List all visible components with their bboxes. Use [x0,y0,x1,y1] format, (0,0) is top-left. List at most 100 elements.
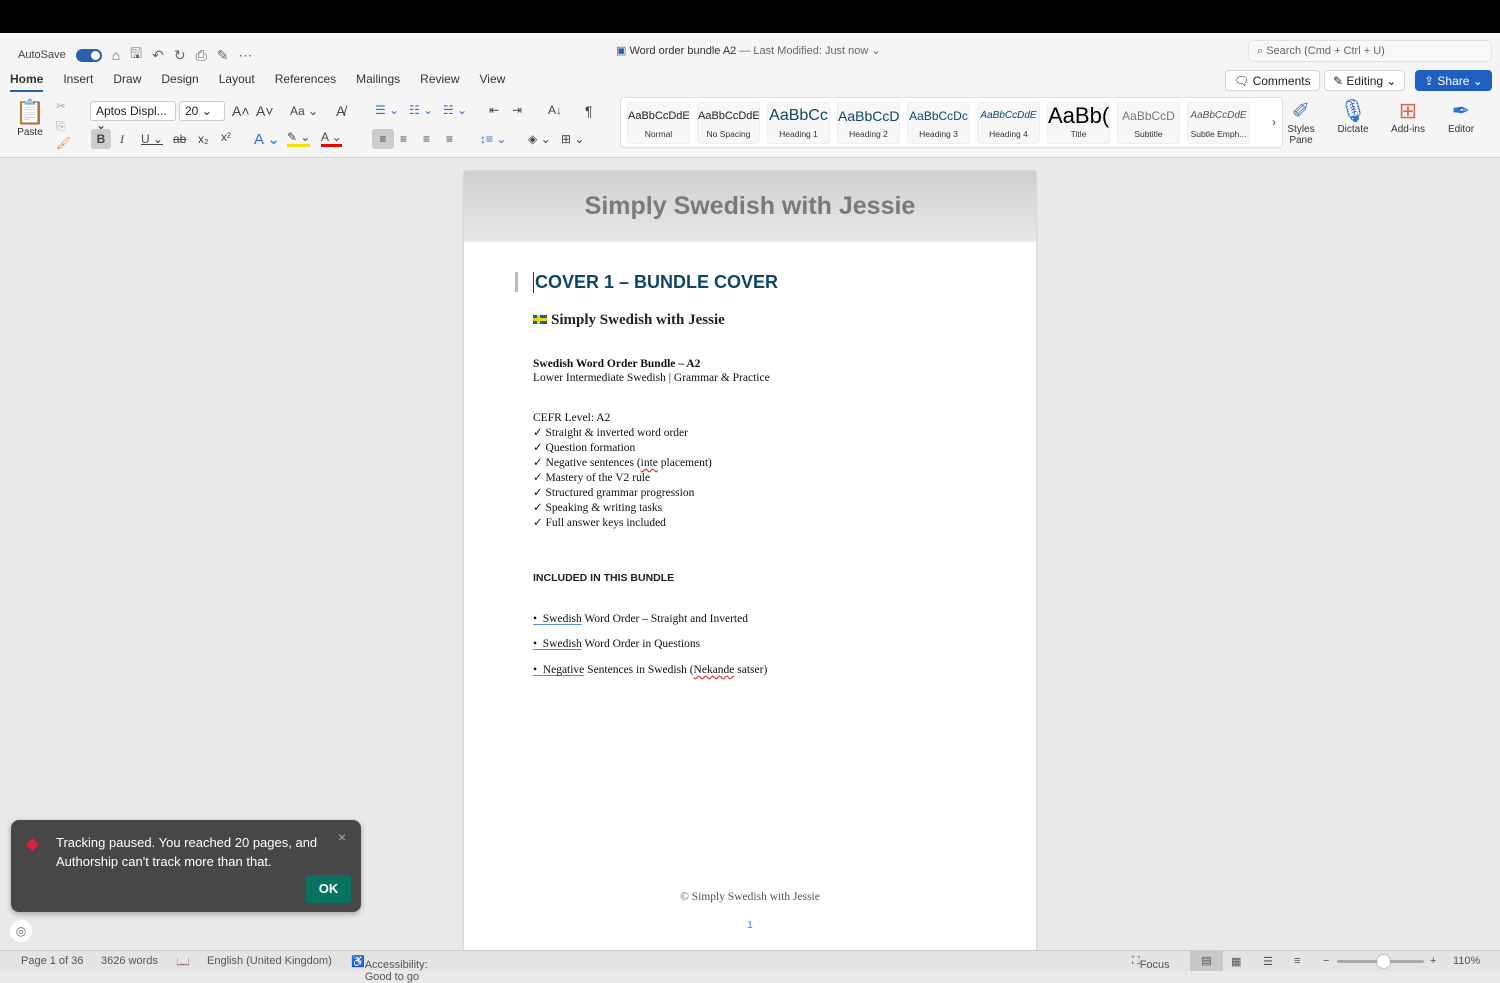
home-icon[interactable]: ⌂ [112,47,120,63]
change-case-label: Aa [290,104,305,118]
style-heading-3[interactable]: AaBbCcDc Heading 3 [907,102,970,144]
checkmark-icon: ✓ [533,427,543,439]
brand-text: Simply Swedish with Jessie [551,312,725,328]
copy-icon[interactable]: ⎘ [56,119,66,134]
strikethrough-button[interactable]: ab [173,132,186,146]
format-painter-icon[interactable]: 🖌 [56,136,71,150]
grow-font-icon[interactable]: A˄ [232,103,250,119]
change-case-button[interactable]: Aa ⌄ [290,104,318,118]
zoom-out-icon[interactable]: − [1323,955,1329,967]
borders-icon[interactable]: ⊞ ⌄ [561,132,584,146]
style-title[interactable]: AaBb(Title [1047,102,1110,144]
proofing-icon[interactable]: 📖 [176,955,190,968]
document-page[interactable]: Simply Swedish with Jessie COVER 1 – BUN… [464,171,1036,951]
print-layout-icon[interactable]: ▤ [1190,951,1223,971]
superscript-button[interactable]: x² [221,130,231,144]
decrease-indent-icon[interactable]: ⇤ [489,103,499,117]
text-effects-icon[interactable]: A ⌄ [254,130,280,148]
style-normal[interactable]: AaBbCcDdE Normal [627,102,690,144]
underline-button[interactable]: U ⌄ [141,132,163,146]
share-label: Share [1437,74,1470,88]
zoom-in-icon[interactable]: + [1430,955,1436,967]
accessibility-button[interactable]: ♿ Accessibility: Good to go [351,955,428,983]
dictate-button[interactable]: 🎙 Dictate [1334,98,1372,135]
shading-icon[interactable]: ◈ ⌄ [528,132,551,146]
comments-button[interactable]: 🗨 Comments [1225,70,1320,91]
italic-button[interactable]: I [120,132,124,147]
tab-draw[interactable]: Draw [113,72,141,92]
paragraph-marks-icon[interactable]: ¶ [585,103,593,119]
fingerprint-icon[interactable]: ◎ [10,920,32,942]
close-icon[interactable]: × [338,829,346,845]
subscript-button[interactable]: x₂ [198,132,209,146]
style-no-spacing[interactable]: AaBbCcDdE No Spacing [697,102,760,144]
included-item: • Negative Sentences in Swedish (Nekande… [533,664,767,676]
edit-save-icon[interactable]: ✎ [217,47,229,64]
font-name-select[interactable]: Aptos Displ... ⌄ [90,101,176,132]
align-left-button[interactable]: ≡ [372,129,394,149]
increase-indent-icon[interactable]: ⇥ [512,103,522,117]
font-color-icon[interactable]: A ⌄ [321,130,342,147]
language[interactable]: English (United Kingdom) [207,955,332,967]
tab-mailings[interactable]: Mailings [356,72,400,92]
style-subtitle[interactable]: AaBbCcD Subtitle [1117,102,1180,144]
tab-review[interactable]: Review [420,72,459,92]
page-count[interactable]: Page 1 of 36 [21,955,83,967]
tab-references[interactable]: References [275,72,336,92]
save-icon[interactable]: 🖫 [130,43,142,67]
style-label: Subtle Emph... [1190,129,1247,139]
tab-design[interactable]: Design [161,72,198,92]
line-spacing-icon[interactable]: ↕≡ ⌄ [480,132,506,146]
redo-icon[interactable]: ↻ [174,47,186,64]
print-icon[interactable]: ⎙ [196,47,207,64]
editing-button[interactable]: ✎ Editing ⌄ [1324,70,1406,91]
addins-button[interactable]: ⊞ Add-ins [1388,98,1428,135]
outline-icon[interactable]: ☰ [1263,955,1273,968]
ok-button[interactable]: OK [306,875,351,903]
draft-icon[interactable]: ≡ [1294,955,1300,967]
tab-view[interactable]: View [480,72,506,92]
editor-button[interactable]: ✒ Editor [1444,98,1478,135]
focus-button[interactable]: ⛶ Focus [1132,955,1170,971]
tab-layout[interactable]: Layout [219,72,255,92]
undo-icon[interactable]: ↶ [152,47,164,64]
bold-button[interactable]: B [91,129,111,149]
styles-pane-button[interactable]: ✐ Styles Pane [1284,98,1318,146]
multilevel-list-icon[interactable]: ☵ ⌄ [443,103,467,117]
paste-button[interactable]: 📋 Paste [12,98,48,138]
zoom-slider-handle[interactable] [1377,955,1391,968]
word-count[interactable]: 3626 words [101,955,158,967]
page-header: Simply Swedish with Jessie [464,171,1036,242]
zoom-level[interactable]: 110% [1453,955,1480,967]
style-heading-2[interactable]: AaBbCcD Heading 2 [837,102,900,144]
checkmark-icon: ✓ [533,472,543,484]
justify-button[interactable]: ≡ [446,132,453,146]
editing-label: Editing [1346,74,1384,88]
share-button[interactable]: ⇪ Share ⌄ [1415,70,1492,91]
styles-next-icon[interactable]: › [1272,115,1276,129]
search-input[interactable]: ⌕ Search (Cmd + Ctrl + U) [1248,40,1492,62]
style-heading-1[interactable]: AaBbCc Heading 1 [767,102,830,144]
checklist-item: ✓ Straight & inverted word order [533,426,712,441]
align-right-button[interactable]: ≡ [423,132,430,146]
warning-icon: ◆ [26,834,40,853]
clear-formatting-icon[interactable]: A̸ [336,103,345,119]
highlight-icon[interactable]: ✎ ⌄ [287,130,311,147]
document-title[interactable]: ▣ Word order bundle A2 — Last Modified: … [616,44,881,57]
sort-icon[interactable]: A↓ [548,103,562,117]
tab-insert[interactable]: Insert [63,72,93,92]
cut-icon[interactable]: ✂ [56,99,66,113]
web-layout-icon[interactable]: ▦ [1231,955,1241,968]
style-subtle-emph-[interactable]: AaBbCcDdE Subtle Emph... [1187,102,1250,144]
style-label: Heading 1 [779,129,818,139]
numbering-icon[interactable]: ☷ ⌄ [409,103,433,117]
more-icon[interactable]: ⋯ [239,47,253,64]
shrink-font-icon[interactable]: A˅ [256,103,274,119]
font-name: Aptos Displ... [96,104,167,118]
autosave-toggle[interactable] [75,48,102,62]
font-size-select[interactable]: 20 ⌄ [179,101,225,121]
align-center-button[interactable]: ≡ [400,132,407,146]
bullets-icon[interactable]: ☰ ⌄ [375,103,399,117]
style-heading-4[interactable]: AaBbCcDdE Heading 4 [977,102,1040,144]
tab-home[interactable]: Home [10,72,44,92]
